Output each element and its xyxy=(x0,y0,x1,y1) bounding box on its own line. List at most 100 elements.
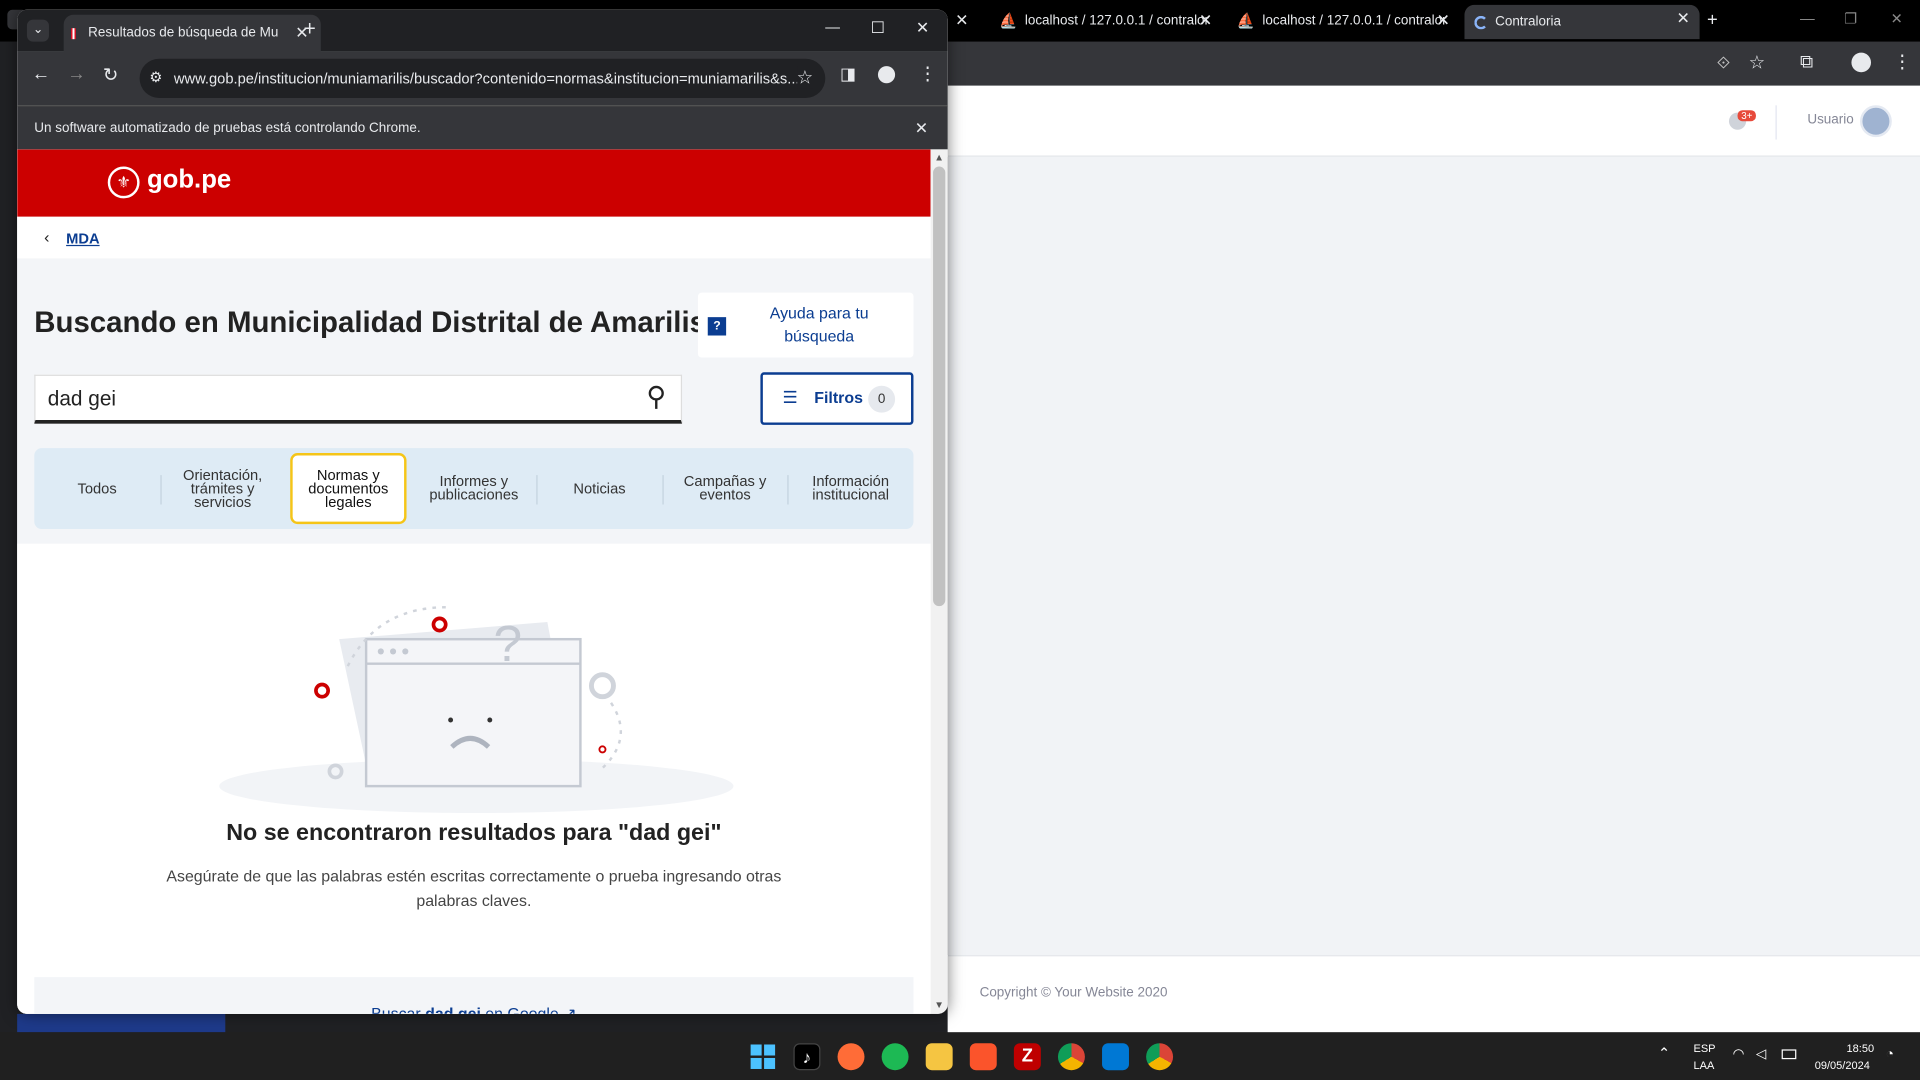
brave-icon[interactable] xyxy=(969,1043,997,1071)
category-separator xyxy=(787,475,790,505)
background-header: 3+ Usuario xyxy=(947,85,1920,157)
category-tabs: Todos Orientación, trámites y servicios Norm… xyxy=(34,448,914,529)
site-info-icon[interactable]: ⚙ xyxy=(149,69,162,86)
google-term: dad gei xyxy=(425,1004,481,1014)
bookmark-star-icon[interactable]: ☆ xyxy=(796,66,814,89)
category-tab[interactable]: Información institucional xyxy=(788,448,914,529)
clock-time[interactable]: 18:50 xyxy=(1847,1042,1875,1054)
google-suffix: en Google xyxy=(480,1004,559,1014)
background-tab-2[interactable]: ⛵ localhost / 127.0.0.1 / contralor ✕ xyxy=(1227,7,1460,34)
loading-spinner-icon xyxy=(1474,15,1488,29)
no-results-illustration: ? xyxy=(219,606,734,814)
category-tab[interactable]: Noticias xyxy=(537,448,663,529)
category-tab[interactable]: Informes y publicaciones xyxy=(411,448,537,529)
search-icon[interactable]: ⚲ xyxy=(646,381,666,413)
close-window-button[interactable]: ✕ xyxy=(1891,10,1903,27)
maximize-button[interactable]: ☐ xyxy=(871,18,885,38)
address-bar[interactable]: ⚙ www.gob.pe/institucion/muniamarilis/bu… xyxy=(139,58,826,98)
category-tab[interactable]: Todos xyxy=(34,448,160,529)
wifi-icon[interactable]: ◠ xyxy=(1733,1046,1745,1062)
category-separator xyxy=(159,475,162,505)
notification-bell-icon[interactable]: ◔ xyxy=(1886,1047,1894,1062)
menu-kebab-icon[interactable]: ⋮ xyxy=(918,62,936,85)
gob-header: ⚜ gob.pe xyxy=(17,149,931,217)
scroll-down-icon[interactable]: ▼ xyxy=(934,999,944,1010)
divider xyxy=(1775,105,1777,140)
minimize-button[interactable]: — xyxy=(1800,10,1815,27)
extensions-icon[interactable]: ⧉ xyxy=(1800,51,1813,72)
language-line2[interactable]: LAA xyxy=(1693,1059,1714,1071)
logo-text[interactable]: gob.pe xyxy=(147,165,231,194)
category-tab-label: eventos xyxy=(699,486,751,504)
user-label[interactable]: Usuario xyxy=(1807,113,1853,128)
scrollbar-thumb[interactable] xyxy=(933,166,946,607)
chevron-up-icon[interactable]: ⌃ xyxy=(1658,1044,1670,1061)
tiktok-icon[interactable]: ♪ xyxy=(793,1043,821,1071)
background-footer: Copyright © Your Website 2020 xyxy=(947,955,1920,1033)
bookmark-star-icon[interactable]: ☆ xyxy=(1749,51,1765,74)
background-page xyxy=(947,85,1920,1033)
close-window-button[interactable]: ✕ xyxy=(916,18,929,38)
side-panel-icon[interactable]: ◨ xyxy=(840,64,856,85)
google-prefix: Buscar xyxy=(371,1004,426,1014)
new-tab-button[interactable]: + xyxy=(1707,10,1718,31)
taskbar xyxy=(0,1032,1920,1080)
chrome-icon[interactable] xyxy=(1057,1043,1085,1071)
filezilla-icon[interactable]: Z xyxy=(1013,1043,1041,1071)
category-tab[interactable]: Campañas y eventos xyxy=(662,448,788,529)
google-search-link[interactable]: Buscar dad gei en Google ↗ xyxy=(34,1004,913,1014)
battery-icon[interactable] xyxy=(1781,1049,1797,1060)
breadcrumb-link[interactable]: MDA xyxy=(66,230,99,247)
no-results-panel: ? No se encontraron resultados para "dad… xyxy=(17,543,931,1014)
background-blue-edge xyxy=(17,1013,226,1033)
close-icon[interactable]: ✕ xyxy=(1676,9,1689,29)
phpmyadmin-icon: ⛵ xyxy=(999,12,1018,30)
new-tab-button[interactable]: + xyxy=(304,17,316,41)
vscode-icon[interactable] xyxy=(1102,1043,1129,1071)
windows-start-icon[interactable] xyxy=(750,1044,776,1069)
postman-icon[interactable] xyxy=(837,1043,865,1071)
forward-arrow-icon[interactable]: → xyxy=(67,64,85,85)
reload-icon[interactable]: ↻ xyxy=(103,64,118,86)
page-scrollbar[interactable]: ▲ ▼ xyxy=(930,149,948,1014)
minimize-button[interactable]: — xyxy=(825,18,840,35)
back-arrow-icon[interactable]: ← xyxy=(32,64,50,85)
clock-date[interactable]: 09/05/2024 xyxy=(1815,1059,1870,1071)
tab-search-button[interactable]: ⌄ xyxy=(26,19,49,42)
category-separator xyxy=(536,475,538,505)
restore-button[interactable]: ❐ xyxy=(1844,10,1857,27)
close-icon[interactable]: ✕ xyxy=(1199,11,1212,31)
filter-lines-icon: ☰ xyxy=(782,386,798,407)
url-text: www.gob.pe/institucion/muniamarilis/busc… xyxy=(173,69,800,87)
close-icon[interactable]: ✕ xyxy=(955,11,968,31)
category-tab[interactable]: Orientación, trámites y servicios xyxy=(160,448,286,529)
profile-icon[interactable] xyxy=(877,66,896,84)
tab-label: localhost / 127.0.0.1 / contralor xyxy=(1262,13,1447,29)
category-tab-label: publicaciones xyxy=(429,486,519,504)
help-question-icon: ? xyxy=(707,317,727,336)
spotify-icon[interactable] xyxy=(881,1043,909,1071)
translate-icon[interactable]: ⟐ xyxy=(1717,53,1731,74)
menu-kebab-icon[interactable]: ⋮ xyxy=(1893,50,1911,72)
help-button[interactable]: ? Ayuda para tu búsqueda xyxy=(697,292,914,358)
background-tab-3-active[interactable]: Contraloria ✕ xyxy=(1464,4,1700,40)
chrome-active-icon[interactable] xyxy=(1146,1043,1174,1071)
category-tab-selected[interactable]: Normas y documentos legales xyxy=(290,453,407,525)
close-icon[interactable]: ✕ xyxy=(1436,11,1449,31)
close-icon[interactable]: ✕ xyxy=(915,119,928,139)
filters-label: Filtros xyxy=(814,388,863,407)
profile-icon[interactable] xyxy=(1851,52,1872,73)
avatar[interactable] xyxy=(1860,105,1892,138)
language-line1[interactable]: ESP xyxy=(1693,1042,1715,1054)
scroll-up-icon[interactable]: ▲ xyxy=(934,152,944,163)
file-explorer-icon[interactable] xyxy=(925,1043,953,1071)
active-tab[interactable]: Resultados de búsqueda de Mu ✕ xyxy=(63,14,321,52)
search-input[interactable]: dad gei ⚲ xyxy=(34,374,683,424)
category-tab-label: institucional xyxy=(812,486,890,504)
automation-infobar: Un software automatizado de pruebas está… xyxy=(17,105,948,150)
volume-icon[interactable]: ◁ xyxy=(1756,1046,1766,1062)
background-tab-1[interactable]: ⛵ localhost / 127.0.0.1 / contralor ✕ xyxy=(989,7,1222,34)
tab-strip: ⌄ Resultados de búsqueda de Mu ✕ + — ☐ ✕ xyxy=(17,9,948,52)
tab-title: Resultados de búsqueda de Mu xyxy=(88,25,279,41)
filters-button[interactable]: ☰ Filtros 0 xyxy=(760,372,914,425)
